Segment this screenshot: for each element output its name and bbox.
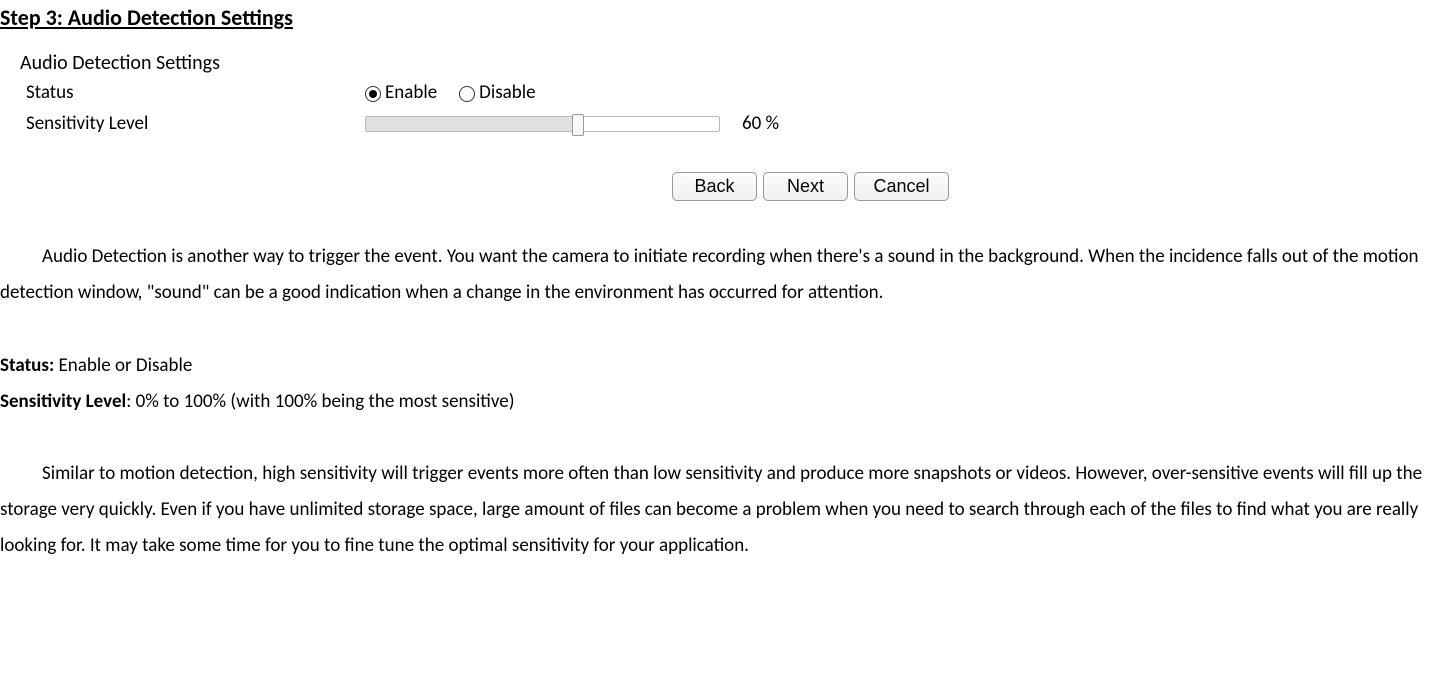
- sens-def-text: : 0% to 100% (with 100% being the most s…: [126, 390, 514, 413]
- sensitivity-definition: Sensitivity Level: 0% to 100% (with 100%…: [0, 384, 1449, 420]
- step-title: Step 3: Audio Detection Settings: [0, 5, 1449, 31]
- status-row: Status Enable Disable: [20, 79, 1449, 108]
- sensitivity-slider[interactable]: [365, 116, 720, 132]
- enable-radio-label: Enable: [385, 79, 437, 108]
- paragraph-2: Similar to motion detection, high sensit…: [0, 456, 1449, 564]
- button-row: Back Next Cancel: [672, 172, 1449, 201]
- sensitivity-slider-wrap: 60 %: [365, 110, 779, 139]
- radio-icon: [365, 86, 381, 102]
- back-button[interactable]: Back: [672, 172, 757, 201]
- panel-title: Audio Detection Settings: [20, 49, 1449, 77]
- slider-fill: [366, 117, 578, 131]
- definitions: Status: Enable or Disable Sensitivity Le…: [0, 348, 1449, 420]
- paragraph-1: Audio Detection is another way to trigge…: [0, 239, 1449, 311]
- status-radio-group: Enable Disable: [365, 79, 536, 108]
- disable-radio[interactable]: Disable: [459, 79, 535, 108]
- sens-def-bold: Sensitivity Level: [0, 390, 126, 413]
- disable-radio-label: Disable: [479, 79, 535, 108]
- sensitivity-label: Sensitivity Level: [20, 110, 365, 139]
- status-def-bold: Status:: [0, 354, 54, 377]
- next-button[interactable]: Next: [763, 172, 848, 201]
- sensitivity-row: Sensitivity Level 60 %: [20, 110, 1449, 139]
- radio-icon: [459, 86, 475, 102]
- cancel-button[interactable]: Cancel: [854, 172, 949, 201]
- settings-panel: Audio Detection Settings Status Enable D…: [20, 49, 1449, 201]
- status-label: Status: [20, 79, 365, 108]
- sensitivity-value: 60 %: [742, 110, 779, 139]
- status-definition: Status: Enable or Disable: [0, 348, 1449, 384]
- slider-thumb[interactable]: [572, 114, 584, 136]
- status-def-text: Enable or Disable: [54, 354, 192, 377]
- enable-radio[interactable]: Enable: [365, 79, 437, 108]
